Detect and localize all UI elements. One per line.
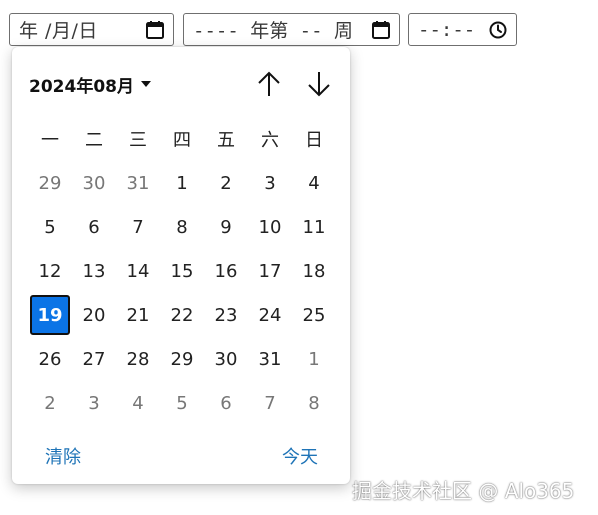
today-button[interactable]: 今天	[282, 443, 318, 469]
month-year-selector[interactable]: 2024年08月	[29, 72, 152, 97]
calendar-icon[interactable]	[369, 18, 393, 42]
day-cell[interactable]: 15	[160, 249, 204, 293]
day-cell[interactable]: 29	[28, 161, 72, 205]
day-cell[interactable]: 4	[116, 381, 160, 425]
day-cell[interactable]: 23	[204, 293, 248, 337]
day-cell[interactable]: 8	[292, 381, 336, 425]
day-cell[interactable]: 22	[160, 293, 204, 337]
calendar-grid: 一二三四五六日 29 30 31 1 2 3 4 5 6 7 8 9 10 11 12 13 14 15 16 17 1…	[28, 117, 336, 425]
day-cell[interactable]: 21	[116, 293, 160, 337]
day-cell[interactable]: 9	[204, 205, 248, 249]
time-input[interactable]: --:--	[408, 13, 517, 46]
calendar-week-row: 12 13 14 15 16 17 18	[28, 249, 336, 293]
day-cell[interactable]: 24	[248, 293, 292, 337]
weekday-label: 二	[85, 130, 103, 151]
day-cell[interactable]: 14	[116, 249, 160, 293]
watermark: 掘金技术社区 @ Alo365	[352, 479, 575, 503]
day-cell[interactable]: 30	[204, 337, 248, 381]
month-nav	[255, 70, 333, 98]
day-cell[interactable]: 27	[72, 337, 116, 381]
previous-month-button[interactable]	[255, 70, 283, 98]
day-cell[interactable]: 5	[28, 205, 72, 249]
week-input-text: ---- 年第 -- 周	[193, 20, 353, 42]
day-cell[interactable]: 25	[292, 293, 336, 337]
calendar-week-row: 2345678	[28, 381, 336, 425]
week-input[interactable]: ---- 年第 -- 周	[183, 13, 400, 46]
weekday-label: 五	[217, 130, 235, 151]
day-cell[interactable]: 6	[72, 205, 116, 249]
weekday-label: 一	[41, 130, 59, 151]
selected-day-label: 19	[30, 295, 70, 335]
day-cell[interactable]: 26	[28, 337, 72, 381]
day-cell[interactable]: 16	[204, 249, 248, 293]
weekday-label: 六	[261, 130, 279, 151]
weekday-label: 四	[173, 130, 191, 151]
weekday-label: 三	[129, 130, 147, 151]
calendar-icon[interactable]	[143, 18, 167, 42]
calendar-week-row: 5 6 7 8 9 10 11	[28, 205, 336, 249]
day-cell[interactable]: 13	[72, 249, 116, 293]
calendar-popup: 2024年08月 一二三四五六日 29 30 31 1 2 3 4 5 6 7 …	[12, 47, 350, 484]
day-cell[interactable]: 11	[292, 205, 336, 249]
clear-button[interactable]: 清除	[45, 443, 81, 469]
day-cell[interactable]: 20	[72, 293, 116, 337]
day-cell[interactable]: 31	[116, 161, 160, 205]
day-cell[interactable]: 10	[248, 205, 292, 249]
date-input-text: 年 /月/日	[19, 20, 98, 42]
day-cell[interactable]: 31	[248, 337, 292, 381]
day-cell[interactable]: 2	[28, 381, 72, 425]
day-cell[interactable]: 1	[292, 337, 336, 381]
day-cell[interactable]: 4	[292, 161, 336, 205]
day-cell[interactable]: 28	[116, 337, 160, 381]
day-cell[interactable]: 7	[116, 205, 160, 249]
calendar-week-row: 29 30 31 1 2 3 4	[28, 161, 336, 205]
day-cell[interactable]: 2	[204, 161, 248, 205]
calendar-footer: 清除 今天	[45, 443, 318, 469]
day-cell[interactable]: 18	[292, 249, 336, 293]
weekday-header-row: 一二三四五六日	[28, 117, 336, 161]
month-year-label: 2024年08月	[29, 76, 134, 97]
day-cell[interactable]: 1	[160, 161, 204, 205]
arrow-up-icon	[258, 71, 280, 96]
day-cell[interactable]: 8	[160, 205, 204, 249]
next-month-button[interactable]	[305, 70, 333, 98]
day-cell[interactable]: 30	[72, 161, 116, 205]
caret-down-icon	[140, 80, 152, 88]
day-cell[interactable]: 17	[248, 249, 292, 293]
calendar-header: 2024年08月	[29, 69, 333, 99]
clock-icon[interactable]	[486, 18, 510, 42]
time-input-text: --:--	[418, 18, 476, 41]
selected-day-cell[interactable]: 19	[28, 293, 72, 337]
day-cell[interactable]: 12	[28, 249, 72, 293]
page: 年 /月/日 ---- 年第 -- 周 --:-- 2024年08月 一 二 三…	[0, 0, 598, 515]
calendar-week-row: 19 20 21 22 23 24 25	[28, 293, 336, 337]
day-cell[interactable]: 3	[248, 161, 292, 205]
date-input[interactable]: 年 /月/日	[9, 13, 174, 46]
day-cell[interactable]: 7	[248, 381, 292, 425]
day-cell[interactable]: 6	[204, 381, 248, 425]
calendar-week-row: 26 27 28 29 30 31 1	[28, 337, 336, 381]
day-cell[interactable]: 5	[160, 381, 204, 425]
arrow-down-icon	[308, 72, 330, 97]
day-cell[interactable]: 29	[160, 337, 204, 381]
weekday-label: 日	[305, 130, 323, 151]
day-cell[interactable]: 3	[72, 381, 116, 425]
